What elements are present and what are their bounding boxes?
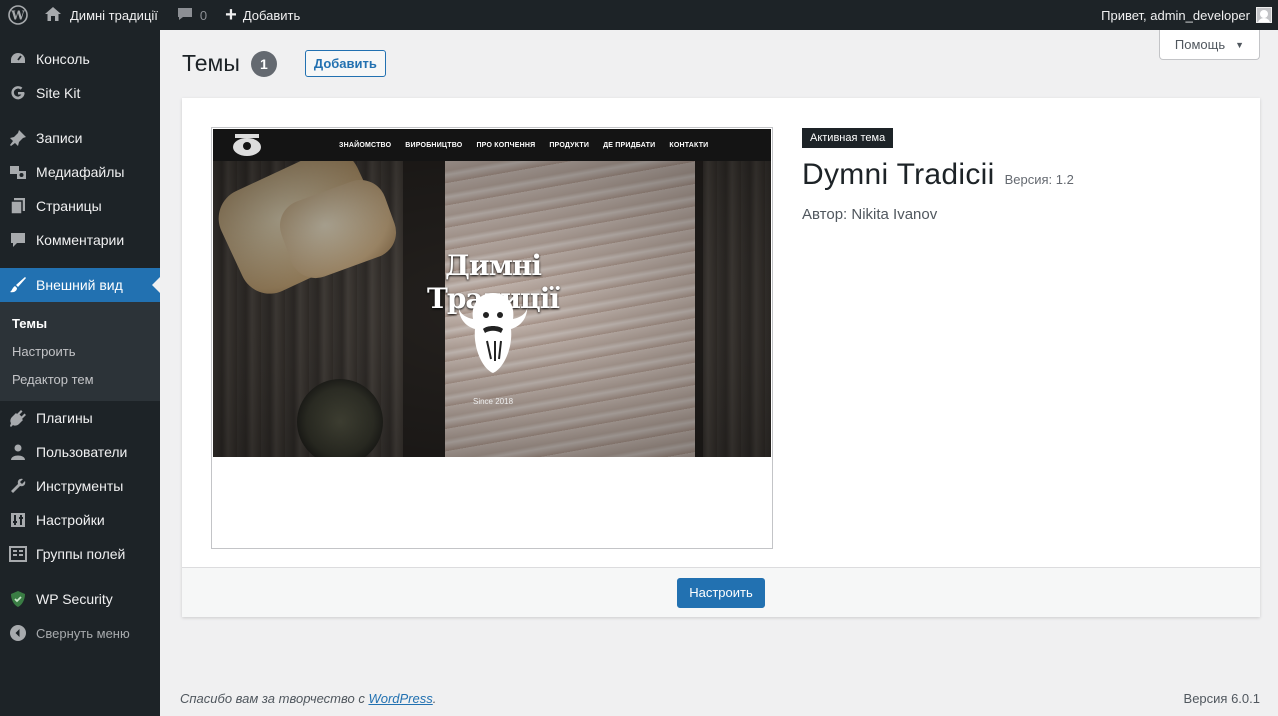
screenshot-nav-link: ЗНАЙОМСТВО bbox=[339, 141, 392, 149]
svg-text:W: W bbox=[10, 9, 25, 23]
sidebar-item-label: Инструменты bbox=[36, 478, 124, 494]
sidebar-item-label: Внешний вид bbox=[36, 277, 123, 293]
bearded-face-logo-icon bbox=[458, 293, 528, 373]
theme-actions: Настроить bbox=[182, 567, 1260, 617]
pushpin-icon bbox=[8, 128, 28, 148]
appearance-submenu: Темы Настроить Редактор тем bbox=[0, 302, 160, 401]
sidebar-item-plugins[interactable]: Плагины bbox=[0, 401, 160, 435]
site-name-link[interactable]: Димні традиції bbox=[36, 0, 168, 30]
sidebar-item-label: Site Kit bbox=[36, 85, 81, 101]
caret-down-icon: ▼ bbox=[1235, 39, 1245, 50]
fields-grid-icon bbox=[8, 544, 28, 564]
collapse-menu-button[interactable]: Свернуть меню bbox=[0, 616, 160, 650]
sidebar-item-label: Пользователи bbox=[36, 444, 128, 460]
google-g-icon bbox=[8, 83, 28, 103]
help-tab-button[interactable]: Помощь ▼ bbox=[1159, 30, 1260, 60]
screenshot-nav-link: ДЕ ПРИДБАТИ bbox=[603, 141, 656, 149]
sidebar-item-site-kit[interactable]: Site Kit bbox=[0, 76, 160, 110]
screenshot-since-label: Since 2018 bbox=[472, 397, 514, 406]
dashboard-icon bbox=[8, 49, 28, 69]
collapse-arrow-icon bbox=[8, 623, 28, 643]
theme-count-badge: 1 bbox=[250, 50, 277, 77]
pages-icon bbox=[8, 196, 28, 216]
sidebar-item-label: Группы полей bbox=[36, 546, 126, 562]
sidebar-item-media[interactable]: Медиафайлы bbox=[0, 155, 160, 189]
wordpress-logo-icon[interactable]: W bbox=[0, 0, 36, 30]
sidebar-item-dashboard[interactable]: Консоль bbox=[0, 42, 160, 76]
footer-thanks-suffix: . bbox=[432, 691, 437, 706]
my-account-link[interactable]: Привет, admin_developer bbox=[1101, 7, 1278, 23]
screenshot-nav-links: ЗНАЙОМСТВО ВИРОБНИЦТВО ПРО КОПЧЕННЯ ПРОД… bbox=[339, 142, 708, 149]
theme-info: Активная тема Dymni Tradicii Версия: 1.2… bbox=[802, 128, 1242, 223]
theme-version: Версия: 1.2 bbox=[1004, 172, 1074, 187]
wordpress-link[interactable]: WordPress bbox=[368, 691, 432, 706]
comment-bubble-icon bbox=[176, 6, 194, 25]
submenu-item-customize[interactable]: Настроить bbox=[0, 337, 160, 365]
sidebar-item-pages[interactable]: Страницы bbox=[0, 189, 160, 223]
page-header: Темы 1 Добавить bbox=[182, 50, 386, 77]
customize-button[interactable]: Настроить bbox=[677, 577, 765, 608]
wrench-icon bbox=[8, 476, 28, 496]
admin-bar: W Димні традиції 0 + Добавить Привет, ad… bbox=[0, 0, 1278, 30]
sidebar-item-wp-security[interactable]: WP Security bbox=[0, 582, 160, 616]
collapse-menu-label: Свернуть меню bbox=[36, 625, 130, 641]
sidebar-item-label: Настройки bbox=[36, 512, 105, 528]
plus-icon: + bbox=[225, 4, 237, 26]
screenshot-nav-link: ВИРОБНИЦТВО bbox=[405, 141, 463, 149]
comments-link[interactable]: 0 bbox=[168, 0, 217, 30]
screenshot-nav-link: КОНТАКТИ bbox=[669, 141, 709, 149]
screenshot-nav-link: ПРОДУКТИ bbox=[549, 141, 590, 149]
settings-sliders-icon bbox=[8, 510, 28, 530]
home-icon bbox=[44, 6, 62, 25]
sidebar-item-label: Медиафайлы bbox=[36, 164, 125, 180]
page-title: Темы bbox=[182, 50, 240, 76]
plugin-icon bbox=[8, 408, 28, 428]
media-icon bbox=[8, 162, 28, 182]
sidebar-item-tools[interactable]: Инструменты bbox=[0, 469, 160, 503]
avatar bbox=[1256, 7, 1272, 23]
site-name-label: Димні традиції bbox=[70, 7, 158, 23]
active-theme-card[interactable]: ЗНАЙОМСТВО ВИРОБНИЦТВО ПРО КОПЧЕННЯ ПРОД… bbox=[182, 98, 1260, 617]
active-theme-badge: Активная тема bbox=[802, 128, 894, 148]
sidebar-item-label: Плагины bbox=[36, 410, 93, 426]
main-content: Помощь ▼ Темы 1 Добавить ЗНАЙОМСТВО ВИРО bbox=[160, 30, 1278, 716]
paintbrush-icon bbox=[8, 275, 28, 295]
users-icon bbox=[8, 442, 28, 462]
sidebar-item-label: Записи bbox=[36, 130, 83, 146]
sidebar-item-field-groups[interactable]: Группы полей bbox=[0, 537, 160, 571]
add-new-label: Добавить bbox=[242, 7, 301, 23]
comment-icon bbox=[8, 230, 28, 250]
shield-icon bbox=[8, 589, 28, 609]
sidebar-item-settings[interactable]: Настройки bbox=[0, 503, 160, 537]
greeting-label: Привет, admin_developer bbox=[1101, 7, 1250, 23]
footer-thanks-text: Спасибо вам за творчество с bbox=[180, 691, 369, 706]
sidebar-item-label: Страницы bbox=[36, 198, 102, 214]
theme-name: Dymni Tradicii bbox=[802, 158, 995, 191]
comments-count: 0 bbox=[199, 7, 208, 23]
sidebar-item-label: Комментарии bbox=[36, 232, 125, 248]
admin-sidebar: Консоль Site Kit Записи Медиафайлы Стран… bbox=[0, 30, 160, 716]
theme-name-row: Dymni Tradicii Версия: 1.2 bbox=[802, 158, 1242, 192]
sidebar-item-appearance[interactable]: Внешний вид bbox=[0, 268, 160, 302]
screenshot-site-nav: ЗНАЙОМСТВО ВИРОБНИЦТВО ПРО КОПЧЕННЯ ПРОД… bbox=[213, 129, 771, 161]
sidebar-item-label: Консоль bbox=[36, 51, 90, 67]
theme-screenshot[interactable]: ЗНАЙОМСТВО ВИРОБНИЦТВО ПРО КОПЧЕННЯ ПРОД… bbox=[211, 127, 773, 549]
add-theme-button[interactable]: Добавить bbox=[304, 50, 386, 77]
footer-version: Версия 6.0.1 bbox=[1183, 691, 1260, 706]
submenu-item-theme-editor[interactable]: Редактор тем bbox=[0, 365, 160, 393]
theme-screenshot-image: ЗНАЙОМСТВО ВИРОБНИЦТВО ПРО КОПЧЕННЯ ПРОД… bbox=[213, 129, 771, 457]
sidebar-item-posts[interactable]: Записи bbox=[0, 121, 160, 155]
theme-author: Автор: Nikita Ivanov bbox=[802, 206, 938, 223]
submenu-item-themes[interactable]: Темы bbox=[0, 309, 160, 337]
site-logo-icon bbox=[233, 134, 261, 156]
help-label: Помощь bbox=[1174, 37, 1226, 52]
footer-thanks: Спасибо вам за творчество с WordPress. bbox=[180, 691, 436, 706]
screenshot-nav-link: ПРО КОПЧЕННЯ bbox=[476, 141, 536, 149]
sidebar-item-label: WP Security bbox=[36, 591, 113, 607]
sidebar-item-users[interactable]: Пользователи bbox=[0, 435, 160, 469]
sidebar-item-comments[interactable]: Комментарии bbox=[0, 223, 160, 257]
add-new-link[interactable]: + Добавить bbox=[217, 0, 308, 30]
